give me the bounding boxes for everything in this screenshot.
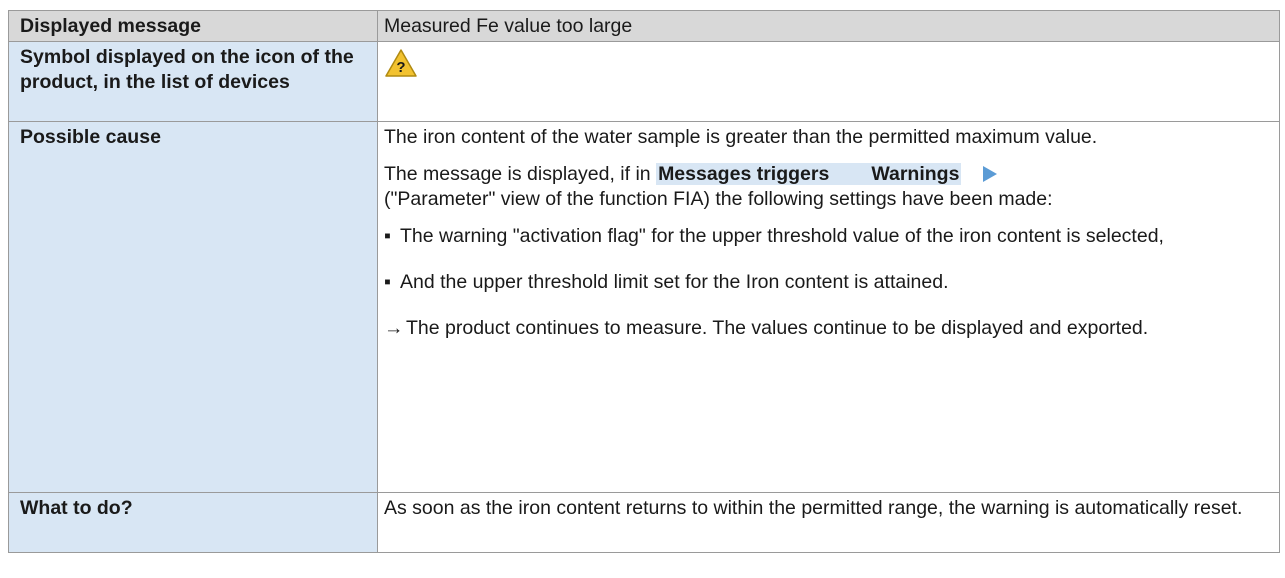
row-label-what-to-do: What to do? bbox=[8, 492, 378, 553]
message-table: Displayed message Measured Fe value too … bbox=[8, 10, 1280, 553]
cause-message-condition: The message is displayed, if in Messages… bbox=[384, 162, 1273, 212]
bullet-text: And the upper threshold limit set for th… bbox=[400, 271, 949, 293]
row-value-what-to-do: As soon as the iron content returns to w… bbox=[377, 492, 1280, 553]
bullet-text: The warning "activation flag" for the up… bbox=[400, 225, 1164, 247]
cause-intro: The iron content of the water sample is … bbox=[384, 126, 1098, 148]
message-table-container: Displayed message Measured Fe value too … bbox=[8, 10, 1280, 553]
table-row: Displayed message Measured Fe value too … bbox=[8, 10, 1280, 42]
row-value-symbol: ? bbox=[377, 41, 1280, 122]
menu-arrow-icon bbox=[983, 166, 998, 182]
cause-msg-suffix: ("Parameter" view of the function FIA) t… bbox=[384, 188, 1053, 210]
warning-question-icon: ? bbox=[384, 48, 418, 85]
result-item: → The product continues to measure. The … bbox=[384, 316, 1273, 341]
table-row: What to do? As soon as the iron content … bbox=[8, 492, 1280, 553]
table-row: Possible cause The iron content of the w… bbox=[8, 121, 1280, 493]
bullet-icon: ▪ bbox=[384, 271, 391, 293]
row-label-symbol: Symbol displayed on the icon of the prod… bbox=[8, 41, 378, 122]
list-item: ▪ The warning "activation flag" for the … bbox=[384, 224, 1273, 249]
row-label-displayed-message: Displayed message bbox=[8, 10, 378, 42]
row-value-possible-cause: The iron content of the water sample is … bbox=[377, 121, 1280, 493]
arrow-right-icon: → bbox=[384, 317, 404, 339]
menu-path: Messages triggers Warnings bbox=[656, 163, 962, 185]
menu-item-warnings: Warnings bbox=[871, 163, 960, 185]
svg-text:?: ? bbox=[396, 59, 405, 76]
bullet-icon: ▪ bbox=[384, 225, 391, 247]
table-row: Symbol displayed on the icon of the prod… bbox=[8, 41, 1280, 122]
menu-item-messages-triggers: Messages triggers bbox=[658, 163, 830, 185]
cause-msg-prefix: The message is displayed, if in bbox=[384, 163, 657, 185]
result-text: The product continues to measure. The va… bbox=[406, 317, 1149, 339]
list-item: ▪ And the upper threshold limit set for … bbox=[384, 270, 1273, 295]
row-label-possible-cause: Possible cause bbox=[8, 121, 378, 493]
row-value-displayed-message: Measured Fe value too large bbox=[377, 10, 1280, 42]
